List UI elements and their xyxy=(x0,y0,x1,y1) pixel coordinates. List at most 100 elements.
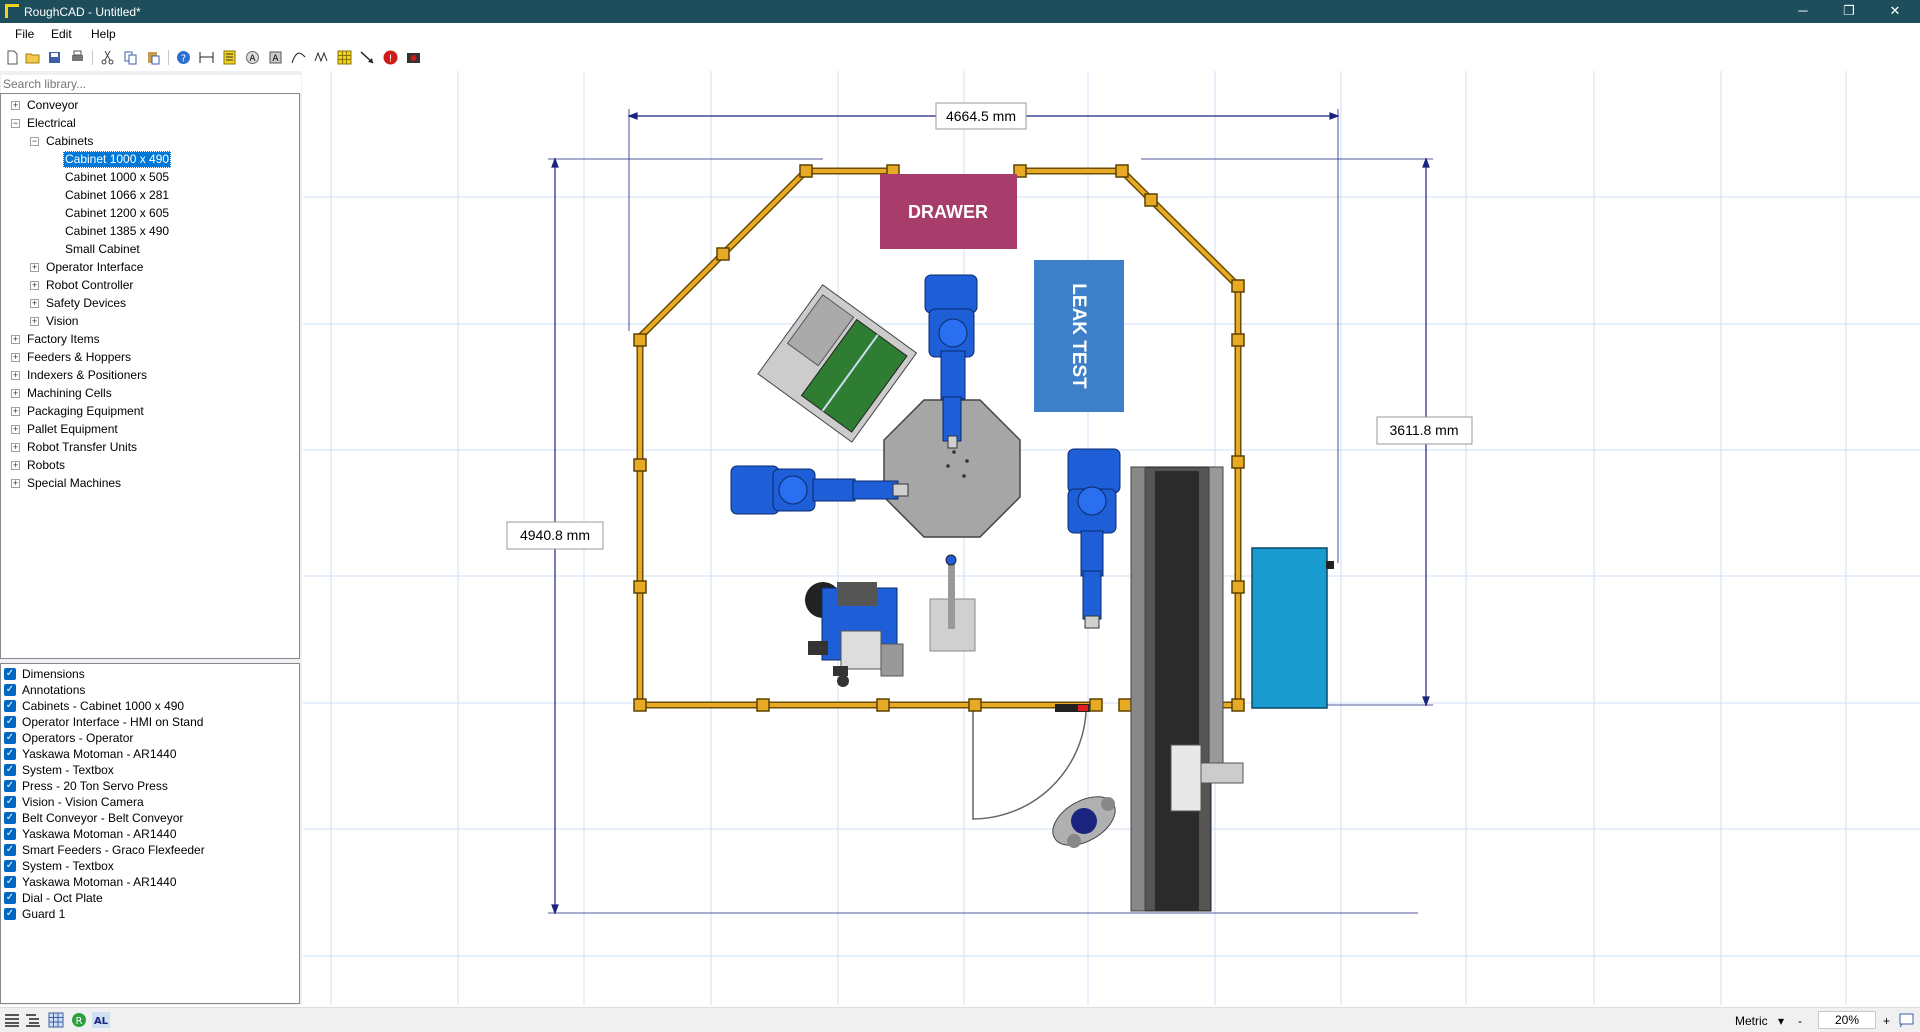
leak-test-textbox[interactable]: LEAK TEST xyxy=(1034,260,1124,412)
layer-checkbox[interactable]: ✓ xyxy=(4,812,16,824)
cad-drawing[interactable]: 4664.5 mm 4940.8 mm 3611.8 mm DRAWER LEA… xyxy=(303,71,1920,1005)
guard-post[interactable] xyxy=(756,698,770,712)
layer-checkbox[interactable]: ✓ xyxy=(4,860,16,872)
units-select[interactable]: Metric xyxy=(1735,1014,1768,1028)
layer-checkbox[interactable]: ✓ xyxy=(4,684,16,696)
vision-camera[interactable] xyxy=(929,554,976,652)
layer-checkbox[interactable]: ✓ xyxy=(4,892,16,904)
layer-checkbox[interactable]: ✓ xyxy=(4,764,16,776)
expand-icon[interactable]: + xyxy=(30,263,39,272)
layer-checkbox[interactable]: ✓ xyxy=(4,716,16,728)
search-library-input[interactable] xyxy=(1,75,301,93)
guard-post[interactable] xyxy=(633,458,647,472)
save-icon[interactable] xyxy=(46,49,63,66)
print-icon[interactable] xyxy=(69,49,86,66)
expand-icon[interactable]: + xyxy=(11,425,20,434)
guard-post[interactable] xyxy=(1118,698,1132,712)
robot-right[interactable] xyxy=(1067,448,1121,629)
collapse-icon[interactable]: − xyxy=(30,137,39,146)
collapse-icon[interactable]: − xyxy=(11,119,20,128)
al-icon[interactable]: AL xyxy=(92,1012,110,1028)
guard-post[interactable] xyxy=(633,698,647,712)
tree-view-icon[interactable] xyxy=(24,1012,42,1028)
guard-post[interactable] xyxy=(1231,698,1245,712)
guard-post[interactable] xyxy=(633,333,647,347)
layer-checkbox[interactable]: ✓ xyxy=(4,876,16,888)
guard-post[interactable] xyxy=(1231,279,1245,293)
camera-icon[interactable] xyxy=(405,49,422,66)
expand-icon[interactable]: + xyxy=(11,479,20,488)
operator-figure[interactable] xyxy=(1045,787,1124,856)
zoom-level-field[interactable]: 20% xyxy=(1818,1011,1876,1029)
guard-post[interactable] xyxy=(1231,333,1245,347)
layer-checkbox[interactable]: ✓ xyxy=(4,908,16,920)
wave-icon[interactable] xyxy=(313,49,330,66)
expand-icon[interactable]: + xyxy=(11,443,20,452)
dimension-label-right[interactable]: 3611.8 mm xyxy=(1376,416,1473,445)
paste-icon[interactable] xyxy=(145,49,162,66)
minimize-button[interactable]: ─ xyxy=(1780,0,1826,23)
expand-icon[interactable]: + xyxy=(11,353,20,362)
zoom-out-button[interactable]: - xyxy=(1798,1014,1802,1028)
expand-icon[interactable]: + xyxy=(11,371,20,380)
robot-left[interactable] xyxy=(730,465,909,515)
drawer-textbox[interactable]: DRAWER xyxy=(880,174,1017,249)
error-icon[interactable]: ! xyxy=(382,49,399,66)
grid-icon[interactable] xyxy=(336,49,353,66)
zoom-in-button[interactable]: + xyxy=(1883,1014,1890,1028)
expand-icon[interactable]: + xyxy=(11,101,20,110)
menu-edit[interactable]: Edit xyxy=(51,27,72,41)
guard-post[interactable] xyxy=(633,580,647,594)
expand-icon[interactable]: + xyxy=(11,335,20,344)
expand-icon[interactable]: + xyxy=(11,461,20,470)
grid-toggle-icon[interactable] xyxy=(47,1012,65,1028)
help-icon[interactable]: ? xyxy=(175,49,192,66)
layer-checkbox[interactable]: ✓ xyxy=(4,828,16,840)
comment-icon[interactable] xyxy=(1898,1012,1916,1028)
layer-checkbox[interactable]: ✓ xyxy=(4,780,16,792)
menu-help[interactable]: Help xyxy=(91,27,116,41)
layer-checkbox[interactable]: ✓ xyxy=(4,844,16,856)
copy-icon[interactable] xyxy=(122,49,139,66)
expand-icon[interactable]: + xyxy=(30,281,39,290)
image-icon[interactable]: A xyxy=(267,49,284,66)
new-file-icon[interactable] xyxy=(4,49,21,66)
drawing-canvas[interactable]: 4664.5 mm 4940.8 mm 3611.8 mm DRAWER LEA… xyxy=(303,71,1920,1005)
guard-post[interactable] xyxy=(1144,193,1158,207)
belt-conveyor[interactable] xyxy=(1130,466,1244,912)
menu-file[interactable]: File xyxy=(15,27,34,41)
guard-post[interactable] xyxy=(799,164,813,178)
expand-icon[interactable]: + xyxy=(11,389,20,398)
expand-icon[interactable]: + xyxy=(30,299,39,308)
layer-icon[interactable] xyxy=(221,49,238,66)
expand-icon[interactable]: + xyxy=(30,317,39,326)
guard-post[interactable] xyxy=(716,247,730,261)
restore-button[interactable]: ❐ xyxy=(1826,0,1872,23)
cut-icon[interactable] xyxy=(99,49,116,66)
r-badge-icon[interactable]: R xyxy=(70,1012,88,1028)
cabinet-1000x490[interactable] xyxy=(1251,547,1334,709)
smart-feeder[interactable] xyxy=(757,284,918,443)
layer-checkbox[interactable]: ✓ xyxy=(4,732,16,744)
guard-post[interactable] xyxy=(1231,580,1245,594)
guard-post[interactable] xyxy=(876,698,890,712)
open-folder-icon[interactable] xyxy=(24,49,41,66)
circle-a-icon[interactable]: A xyxy=(244,49,261,66)
guard-post[interactable] xyxy=(1115,164,1129,178)
guard-post[interactable] xyxy=(1231,455,1245,469)
units-dropdown-arrow[interactable]: ▾ xyxy=(1778,1014,1784,1028)
guard-post[interactable] xyxy=(968,698,982,712)
guard-post[interactable] xyxy=(1089,698,1103,712)
expand-icon[interactable]: + xyxy=(11,407,20,416)
ruler-icon[interactable] xyxy=(198,49,215,66)
layer-checkbox[interactable]: ✓ xyxy=(4,668,16,680)
layer-checkbox[interactable]: ✓ xyxy=(4,700,16,712)
layer-checkbox[interactable]: ✓ xyxy=(4,796,16,808)
list-view-icon[interactable] xyxy=(3,1012,21,1028)
arrow-icon[interactable] xyxy=(359,49,376,66)
layer-checkbox[interactable]: ✓ xyxy=(4,748,16,760)
dimension-label-width[interactable]: 4664.5 mm xyxy=(935,102,1027,130)
dimension-label-height[interactable]: 4940.8 mm xyxy=(506,521,604,550)
servo-press[interactable] xyxy=(805,582,904,687)
close-button[interactable]: ✕ xyxy=(1872,0,1918,23)
